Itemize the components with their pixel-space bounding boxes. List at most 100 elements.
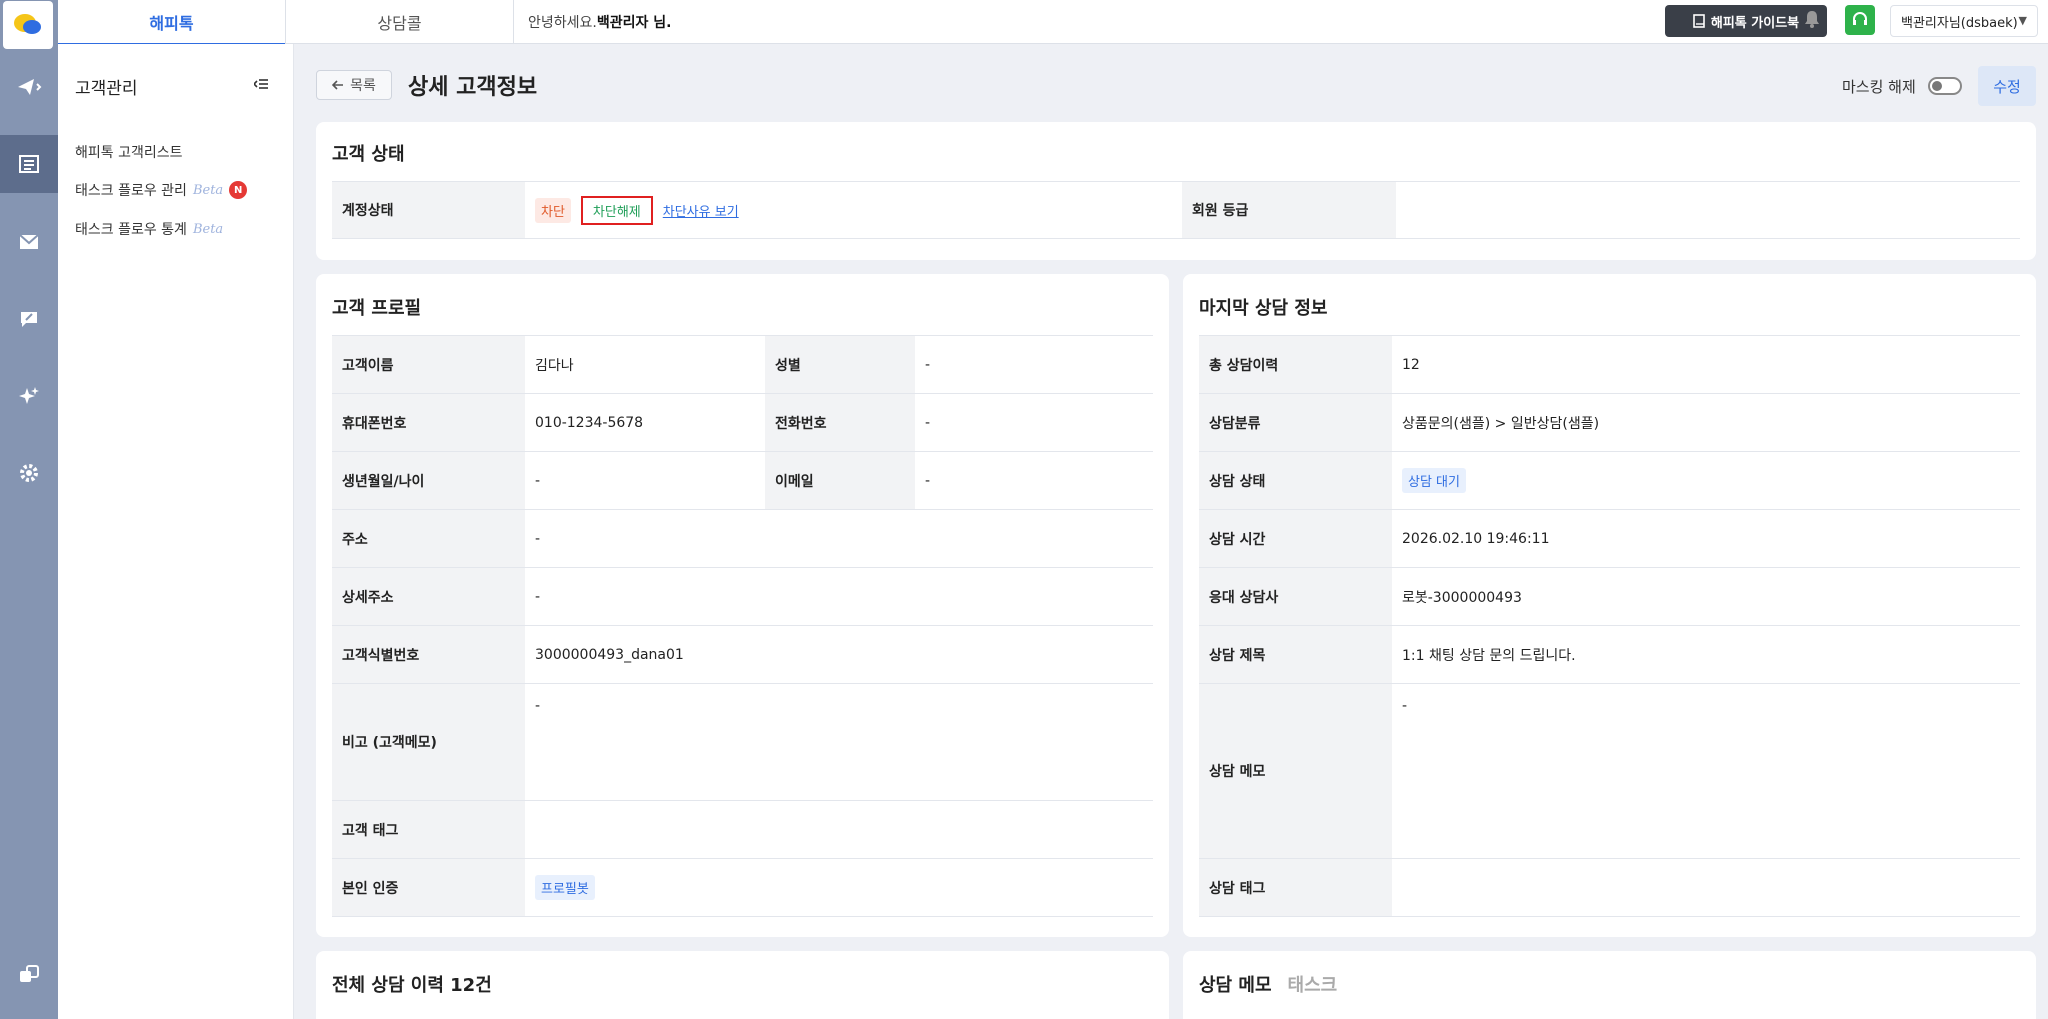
masking-toggle[interactable]	[1928, 77, 1962, 95]
unblock-button[interactable]: 차단해제	[580, 195, 653, 225]
consult-tag-label: 상담 태그	[1199, 859, 1392, 916]
chat-edit-icon[interactable]	[0, 290, 58, 348]
customer-tag-value	[525, 801, 1153, 858]
subject-value: 1:1 채팅 상담 문의 드립니다.	[1402, 647, 1576, 664]
tab-consult-memo[interactable]: 상담 메모	[1199, 971, 1272, 997]
agent-label: 응대 상담사	[1199, 568, 1392, 625]
memo-task-card: 상담 메모 태스크	[1183, 951, 2036, 1019]
mail-icon[interactable]	[0, 213, 58, 271]
category-value: 상품문의(샘플) > 일반상담(샘플)	[1402, 415, 1600, 432]
support-headset-icon[interactable]	[1845, 5, 1875, 35]
table-row: 비고 (고객메모) -	[332, 684, 1153, 801]
mobile-value: 010-1234-5678	[535, 414, 644, 431]
sidebar-item-label: 태스크 플로우 관리	[75, 183, 187, 199]
table-row: 주소 -	[332, 510, 1153, 568]
beta-label: Beta	[192, 221, 224, 237]
sidebar-item-task-flow-manage[interactable]: 태스크 플로우 관리 Beta N	[75, 180, 248, 200]
consult-status-value: 상담 대기	[1392, 452, 2020, 509]
customer-profile-card: 고객 프로필 고객이름 김다나 성별 - 휴대폰번호 010-1234-5678…	[316, 274, 1169, 937]
agent-value: 로봇-3000000493	[1402, 589, 1522, 606]
arrow-left-icon	[332, 80, 344, 90]
memo-task-tabs: 상담 메모 태스크	[1199, 971, 1337, 997]
table-row: 고객이름 김다나 성별 -	[332, 336, 1153, 394]
subject-label: 상담 제목	[1199, 626, 1392, 683]
tab-happytalk[interactable]: 해피톡	[58, 0, 286, 45]
table-row: 고객식별번호 3000000493_dana01	[332, 626, 1153, 684]
table-row: 본인 인증 프로필봇	[332, 859, 1153, 917]
happytalk-logo[interactable]	[3, 1, 53, 49]
member-grade-label: 회원 등급	[1182, 182, 1396, 238]
greeting-prefix: 안녕하세요.	[528, 15, 597, 31]
table-row: 응대 상담사 로봇-3000000493	[1199, 568, 2020, 626]
status-card-title: 고객 상태	[332, 144, 405, 165]
last-consult-title: 마지막 상담 정보	[1199, 298, 1328, 319]
greeting: 안녕하세요.백관리자 님.	[528, 12, 671, 32]
sidebar-item-customer-list[interactable]: 해피톡 고객리스트	[75, 142, 183, 162]
consult-tag-value	[1392, 859, 2020, 916]
address-value: -	[535, 530, 541, 547]
collapse-menu-icon[interactable]	[252, 76, 268, 94]
memo-label: 비고 (고객메모)	[332, 684, 525, 800]
sidebar-item-label: 해피톡 고객리스트	[75, 145, 183, 161]
customer-id-value: 3000000493_dana01	[535, 646, 684, 663]
category-label: 상담분류	[1199, 394, 1392, 451]
consult-status-chip: 상담 대기	[1402, 468, 1466, 493]
back-label: 목록	[350, 78, 376, 94]
back-to-list-button[interactable]: 목록	[316, 70, 392, 100]
consult-memo-label: 상담 메모	[1199, 684, 1392, 858]
address-label: 주소	[332, 510, 525, 567]
table-row: 생년월일/나이 - 이메일 -	[332, 452, 1153, 510]
table-row: 상담 시간 2026.02.10 19:46:11	[1199, 510, 2020, 568]
consult-status-label: 상담 상태	[1199, 452, 1392, 509]
name-label: 고객이름	[332, 336, 525, 393]
icon-rail	[0, 0, 58, 1019]
table-row: 계정상태 차단 차단해제 차단사유 보기 회원 등급	[332, 182, 2020, 239]
detail-address-label: 상세주소	[332, 568, 525, 625]
copy-link-icon[interactable]	[0, 945, 58, 1003]
history-title: 전체 상담 이력 12건	[332, 975, 492, 996]
gender-label: 성별	[765, 336, 915, 393]
user-name: 백관리자님(dsbaek)	[1901, 15, 2018, 31]
last-consult-card: 마지막 상담 정보 총 상담이력 12 상담분류 상품문의(샘플) > 일반상담…	[1183, 274, 2036, 937]
tab-task[interactable]: 태스크	[1288, 971, 1338, 997]
total-history-value: 12	[1402, 356, 1420, 373]
edit-button[interactable]: 수정	[1978, 66, 2036, 106]
account-status-label: 계정상태	[332, 182, 525, 238]
notification-bell-icon[interactable]	[1804, 10, 1820, 32]
blocked-tag: 차단	[535, 197, 571, 223]
memo-value: -	[535, 698, 541, 714]
book-icon	[1693, 14, 1705, 28]
ai-sparkle-icon[interactable]	[0, 367, 58, 425]
customer-list-icon[interactable]	[0, 135, 58, 193]
greeting-name: 백관리자 님.	[596, 15, 672, 31]
new-badge: N	[229, 181, 248, 199]
detail-address-value: -	[535, 588, 541, 605]
table-row: 상담 상태 상담 대기	[1199, 452, 2020, 510]
block-reason-link[interactable]: 차단사유 보기	[663, 201, 739, 220]
sidebar-item-label: 태스크 플로우 통계	[75, 222, 187, 238]
consult-time-value: 2026.02.10 19:46:11	[1402, 530, 1550, 547]
guidebook-button[interactable]: 해피톡 가이드북	[1665, 5, 1827, 37]
last-consult-table: 총 상담이력 12 상담분류 상품문의(샘플) > 일반상담(샘플) 상담 상태…	[1199, 335, 2020, 917]
user-menu[interactable]: 백관리자님(dsbaek) ▼	[1890, 5, 2038, 37]
auth-chip: 프로필봇	[535, 875, 595, 900]
mobile-label: 휴대폰번호	[332, 394, 525, 451]
email-label: 이메일	[765, 452, 915, 509]
consult-time-label: 상담 시간	[1199, 510, 1392, 567]
status-table: 계정상태 차단 차단해제 차단사유 보기 회원 등급	[332, 181, 2020, 239]
send-menu-icon[interactable]	[0, 58, 58, 116]
sidebar-item-task-flow-stats[interactable]: 태스크 플로우 통계 Beta	[75, 219, 223, 239]
table-row: 상세주소 -	[332, 568, 1153, 626]
page-title: 상세 고객정보	[408, 75, 538, 100]
birth-label: 생년월일/나이	[332, 452, 525, 509]
profile-card-title: 고객 프로필	[332, 298, 422, 319]
phone-value: -	[925, 414, 931, 431]
customer-id-label: 고객식별번호	[332, 626, 525, 683]
tab-consult-call[interactable]: 상담콜	[286, 0, 514, 44]
auth-label: 본인 인증	[332, 859, 525, 916]
settings-gear-icon[interactable]	[0, 444, 58, 502]
account-status-value: 차단 차단해제 차단사유 보기	[525, 182, 1165, 238]
gender-value: -	[925, 356, 931, 373]
table-row: 상담 태그	[1199, 859, 2020, 917]
table-row: 상담 제목 1:1 채팅 상담 문의 드립니다.	[1199, 626, 2020, 684]
